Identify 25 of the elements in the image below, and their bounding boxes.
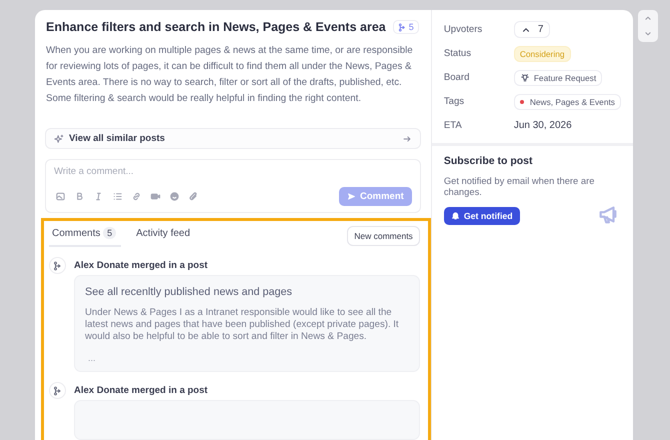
detail-label: Upvoters [444, 24, 484, 35]
subscribe-text: Get notified by email when there are changes. [444, 175, 596, 197]
detail-label: Status [444, 48, 472, 59]
get-notified-button[interactable]: Get notified [444, 206, 520, 224]
activity-author-line: Alex Donate merged in a post [74, 385, 208, 396]
new-comments-button[interactable]: New comments [347, 226, 420, 246]
eta-date: Jun 30, 2026 [514, 120, 572, 131]
upvote-button[interactable]: 7 [514, 21, 550, 38]
subscribe-title: Subscribe to post [444, 155, 534, 167]
similar-posts-link[interactable]: View all similar posts [45, 128, 421, 150]
tag-chip[interactable]: News, Pages & Events [514, 94, 621, 110]
activity-feed-tab[interactable]: Activity feed [133, 225, 196, 247]
merged-count: 5 [408, 22, 414, 32]
post-title: Enhance filters and search in News, Pages & Events area [46, 20, 386, 34]
detail-label: Tags [444, 96, 466, 107]
detail-label: Board [444, 72, 470, 83]
merged-post-title: See all recenltly published news and pages [85, 286, 294, 298]
activity-author-line: Alex Donate merged in a post [74, 260, 208, 271]
board-tag[interactable]: Feature Request [514, 70, 602, 86]
comment-count-badge: 5 [103, 227, 116, 239]
detail-label: ETA [444, 120, 463, 131]
comments-tab[interactable]: Comments 5 [49, 225, 122, 247]
post-description: When you are working on multiple pages & news at the same time, or are responsible for reviewing lots of pages, it can be difficult to find them all under the News, Pages & Events area. There is no way to search, filter or sort all of the drafts, published, etc. Some filtering & search would be really helpful in finding the right content. [46, 44, 414, 106]
status-badge: Considering [514, 46, 571, 62]
merged-post-text: Under News & Pages I as a Intranet responsible would like to see all the latest news and pages that have been published (except private pages). It would also be helpful to be able to sort and filter in News & Pages. [85, 307, 400, 343]
